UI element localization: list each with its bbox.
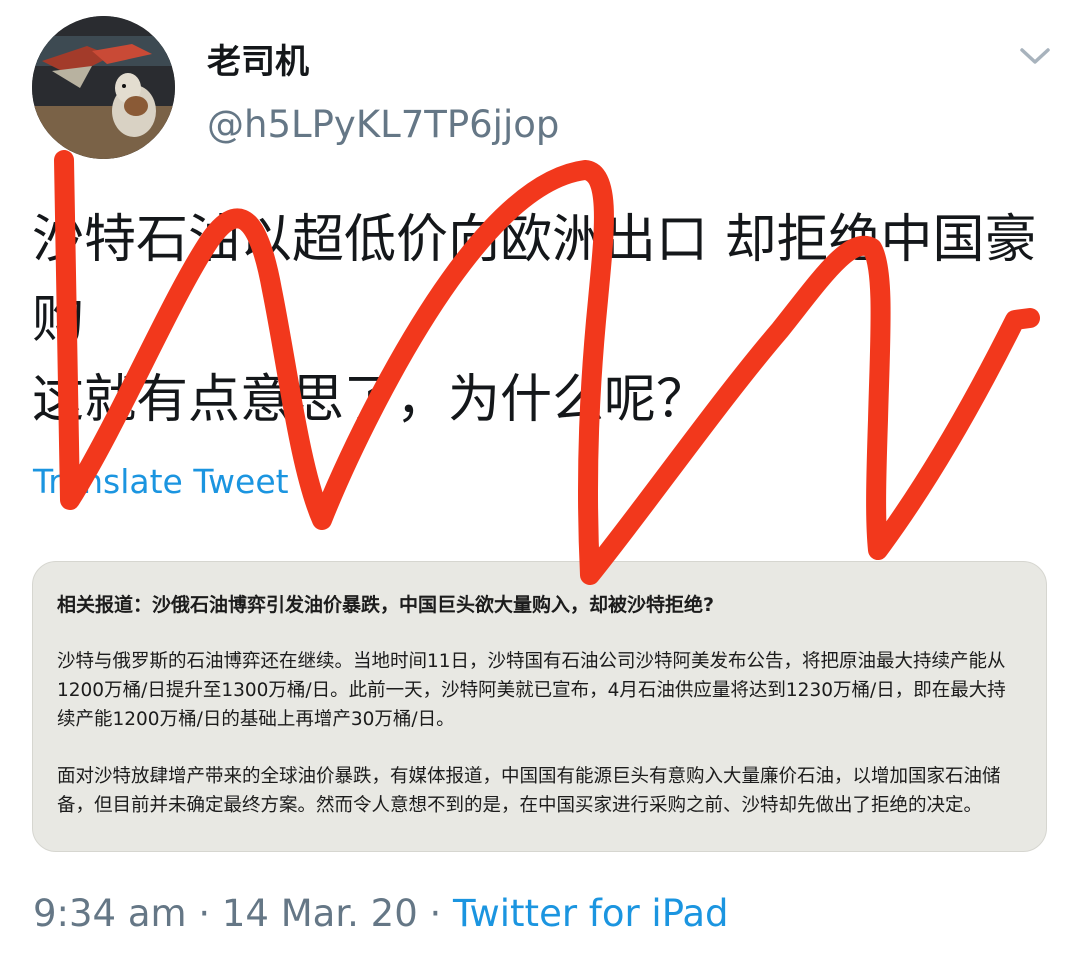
- card-paragraph: 面对沙特放肆增产带来的全球油价暴跌，有媒体报道，中国国有能源巨头有意购入大量廉价…: [57, 766, 1001, 816]
- tweet-text: 沙特石油以超低价向欧洲出口 却拒绝中国豪购 这就有点意思了，为什么呢？: [32, 210, 1037, 430]
- chevron-down-icon[interactable]: [1018, 43, 1052, 69]
- tweet-date: 14 Mar. 20: [221, 892, 418, 935]
- card-paragraph: 沙特与俄罗斯的石油博弈还在继续。当地时间11日，沙特国有石油公司沙特阿美发布公告…: [57, 651, 1006, 730]
- tweet-meta: 9:34 am · 14 Mar. 20 · Twitter for iPad: [33, 892, 729, 935]
- tweet-time: 9:34 am: [33, 892, 187, 935]
- meta-separator: ·: [417, 892, 454, 935]
- card-title: 相关报道：沙俄石油博弈引发油价暴跌，中国巨头欲大量购入，却被沙特拒绝?: [57, 594, 715, 616]
- meta-separator: ·: [186, 892, 222, 935]
- attached-image-card[interactable]: 相关报道：沙俄石油博弈引发油价暴跌，中国巨头欲大量购入，却被沙特拒绝? 沙特与俄…: [32, 561, 1047, 852]
- user-handle[interactable]: @h5LPyKL7TP6jjop: [207, 103, 559, 146]
- avatar-photo: [32, 16, 175, 159]
- avatar[interactable]: [32, 16, 175, 159]
- display-name[interactable]: 老司机: [207, 34, 309, 83]
- tweet-source-link[interactable]: Twitter for iPad: [453, 892, 729, 935]
- translate-tweet-link[interactable]: Translate Tweet: [33, 462, 289, 501]
